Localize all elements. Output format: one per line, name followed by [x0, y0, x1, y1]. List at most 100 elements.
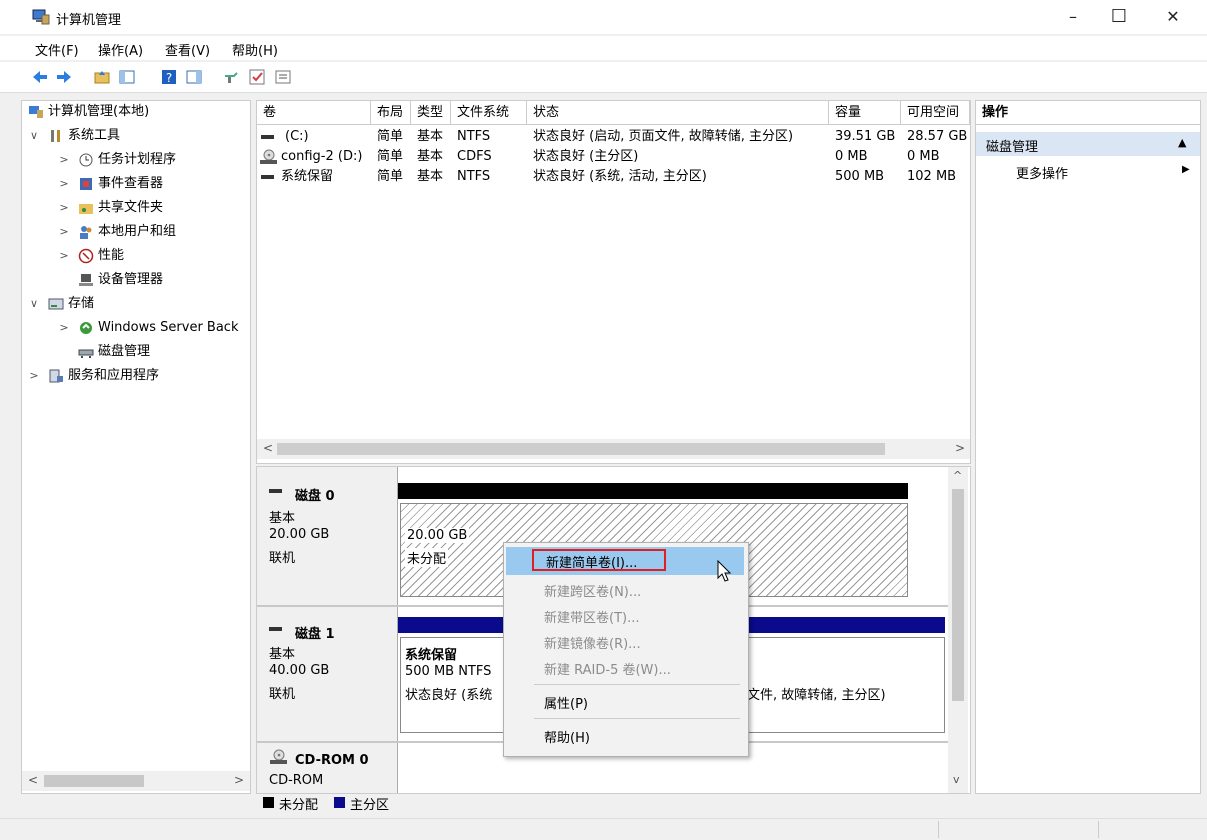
collapse-icon[interactable]: ▲	[1178, 136, 1186, 149]
scrollbar-thumb[interactable]	[952, 489, 964, 701]
status-divider	[938, 821, 939, 838]
show-hide-tree-icon[interactable]	[118, 68, 136, 86]
menu-item-new-spanned-volume[interactable]: 新建跨区卷(N)...	[544, 581, 641, 600]
chevron-right-icon[interactable]: >	[28, 365, 40, 387]
disk-type: 基本	[269, 511, 296, 526]
partition-label: 未分配	[405, 548, 449, 567]
up-folder-icon[interactable]	[93, 68, 111, 86]
disk-name: 磁盘 0	[295, 489, 335, 504]
chevron-right-icon[interactable]: >	[58, 149, 70, 171]
close-button[interactable]: ✕	[1150, 0, 1196, 34]
chevron-right-icon[interactable]: >	[58, 317, 70, 339]
menu-view[interactable]: 查看(V)	[165, 40, 210, 59]
menu-item-new-mirrored-volume[interactable]: 新建镜像卷(R)...	[544, 633, 641, 652]
context-menu: 新建简单卷(I)... 新建跨区卷(N)... 新建带区卷(T)... 新建镜像…	[503, 542, 749, 757]
clock-icon	[79, 153, 93, 167]
back-arrow-icon[interactable]	[31, 68, 49, 86]
tree-label: 共享文件夹	[98, 200, 164, 215]
chevron-right-icon[interactable]: >	[58, 173, 70, 195]
scroll-up-icon[interactable]: ^	[953, 469, 962, 482]
menu-item-new-raid5-volume[interactable]: 新建 RAID-5 卷(W)...	[544, 659, 671, 678]
computer-management-icon	[32, 9, 50, 25]
scroll-down-icon[interactable]: v	[953, 773, 960, 786]
event-log-icon	[80, 178, 92, 190]
disk-icon	[269, 489, 282, 493]
cell-layout: 简单	[377, 169, 404, 184]
tree-label: 服务和应用程序	[68, 368, 160, 383]
tree-horizontal-scrollbar[interactable]: < >	[22, 771, 250, 791]
check-icon[interactable]	[248, 68, 266, 86]
properties-pane-icon[interactable]	[185, 68, 203, 86]
cell-filesystem: NTFS	[457, 129, 491, 144]
disk-0-info[interactable]: 磁盘 0 基本 20.00 GB 联机	[257, 467, 398, 605]
tree-label: 任务计划程序	[98, 152, 177, 167]
column-header-type[interactable]: 类型	[411, 101, 451, 125]
legend-unallocated: 未分配	[279, 798, 319, 813]
disk-management-icon	[78, 349, 94, 358]
status-bar	[0, 818, 1207, 840]
chevron-down-icon[interactable]: ∨	[28, 293, 40, 315]
chevron-right-icon[interactable]: >	[58, 245, 70, 267]
disk-type: 基本	[269, 647, 296, 662]
cell-type: 基本	[417, 169, 444, 184]
partition-status: 文件, 故障转储, 主分区)	[747, 688, 886, 703]
column-header-volume[interactable]: 卷	[257, 101, 371, 125]
actions-pane: 操作 磁盘管理 ▲ 更多操作 ▶	[975, 100, 1201, 794]
column-header-free-space[interactable]: 可用空间	[901, 101, 970, 125]
action-label: 更多操作	[1016, 167, 1069, 182]
disk-name: 磁盘 1	[295, 627, 335, 642]
minimize-button[interactable]: –	[1050, 0, 1096, 34]
connect-icon[interactable]	[222, 68, 240, 86]
column-header-filesystem[interactable]: 文件系统	[451, 101, 527, 125]
help-icon[interactable]: ?	[160, 68, 178, 86]
menu-item-properties[interactable]: 属性(P)	[544, 693, 588, 712]
chevron-down-icon[interactable]: ∨	[28, 125, 40, 147]
cell-layout: 简单	[377, 129, 404, 144]
menu-help[interactable]: 帮助(H)	[232, 40, 278, 59]
backup-icon	[80, 322, 92, 334]
cd-drive-icon	[260, 149, 277, 164]
chevron-right-icon[interactable]: >	[58, 197, 70, 219]
window-title: 计算机管理	[56, 13, 122, 28]
column-header-status[interactable]: 状态	[527, 101, 829, 125]
cell-type: 基本	[417, 129, 444, 144]
shared-folder-icon	[79, 204, 93, 214]
column-header-layout[interactable]: 布局	[371, 101, 411, 125]
mouse-cursor-icon	[717, 560, 732, 582]
forward-arrow-icon[interactable]	[55, 68, 73, 86]
tools-icon	[51, 130, 60, 142]
scroll-right-icon[interactable]: >	[234, 773, 244, 787]
partition-name: 系统保留	[405, 648, 458, 663]
actions-section-disk-management[interactable]: 磁盘管理 ▲	[976, 132, 1200, 156]
cdrom-0-info[interactable]: CD-ROM 0 CD-ROM	[257, 743, 398, 793]
drive-icon	[261, 175, 274, 179]
maximize-button[interactable]: ☐	[1096, 0, 1142, 34]
cell-status: 状态良好 (主分区)	[533, 149, 639, 164]
chevron-right-icon[interactable]: >	[58, 221, 70, 243]
action-more-actions[interactable]: 更多操作 ▶	[976, 161, 1200, 183]
actions-header: 操作	[976, 101, 1200, 125]
column-header-capacity[interactable]: 容量	[829, 101, 901, 125]
scrollbar-thumb[interactable]	[277, 443, 885, 455]
disk-size: 20.00 GB	[269, 527, 330, 542]
menu-file[interactable]: 文件(F)	[35, 40, 79, 59]
cd-drive-icon	[270, 749, 287, 764]
cell-filesystem: NTFS	[457, 169, 491, 184]
scroll-left-icon[interactable]: <	[263, 441, 273, 455]
volume-horizontal-scrollbar[interactable]: < >	[257, 439, 970, 459]
tree-label: 本地用户和组	[98, 224, 177, 239]
disk-status: 联机	[269, 551, 296, 566]
disk-1-info[interactable]: 磁盘 1 基本 40.00 GB 联机	[257, 607, 398, 741]
menu-item-help[interactable]: 帮助(H)	[544, 727, 590, 746]
cell-volume: config-2 (D:)	[281, 149, 363, 164]
list-view-icon[interactable]	[274, 68, 292, 86]
scrollbar-thumb[interactable]	[44, 775, 144, 787]
disk-vertical-scrollbar[interactable]: ^ v	[948, 467, 968, 793]
menu-item-new-striped-volume[interactable]: 新建带区卷(T)...	[544, 607, 639, 626]
menu-item-new-simple-volume[interactable]: 新建简单卷(I)...	[506, 547, 744, 575]
disk-icon	[269, 627, 282, 631]
scroll-left-icon[interactable]: <	[28, 773, 38, 787]
cell-volume: 系统保留	[281, 169, 334, 184]
menu-action[interactable]: 操作(A)	[98, 40, 143, 59]
scroll-right-icon[interactable]: >	[955, 441, 965, 455]
